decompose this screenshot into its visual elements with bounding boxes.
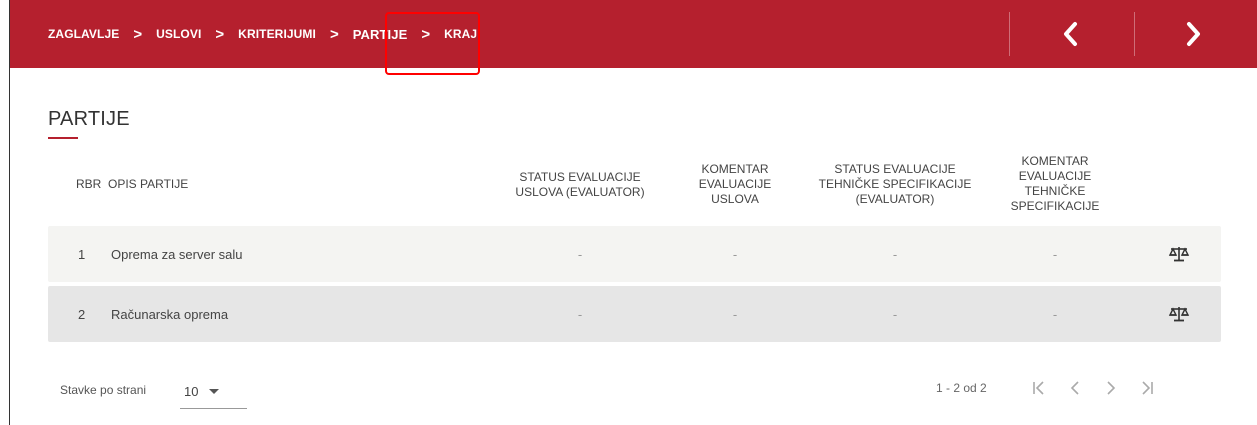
pagination-range: 1 - 2 od 2 [936, 381, 987, 395]
header-line: (EVALUATOR) [855, 192, 935, 206]
breadcrumb-item-zaglavlje[interactable]: ZAGLAVLJE [48, 27, 119, 41]
items-per-page-label: Stavke po strani [60, 383, 147, 397]
row-komentar-tehnicke: - [1052, 306, 1058, 322]
breadcrumb-item-kriterijumi[interactable]: KRITERIJUMI [238, 27, 316, 41]
header-line: USLOVA [711, 192, 759, 206]
row-komentar-uslova: - [732, 306, 738, 322]
table-row[interactable]: 1 Oprema za server salu - - - - [48, 226, 1221, 282]
items-per-page-value: 10 [184, 384, 199, 399]
breadcrumb-item-uslovi[interactable]: USLOVI [156, 27, 201, 41]
row-status-tehnicke: - [892, 246, 898, 262]
row-opis-partije: Oprema za server salu [111, 246, 243, 262]
title-underline [48, 137, 78, 139]
items-per-page-select[interactable]: 10 [180, 375, 247, 409]
column-header-status-evaluacije-uslova: STATUS EVALUACIJE USLOVA (EVALUATOR) [500, 170, 660, 200]
row-opis-partije: Računarska oprema [111, 306, 229, 322]
last-page-button[interactable] [1135, 376, 1159, 400]
chevron-left-icon [1070, 381, 1079, 395]
row-status-tehnicke: - [892, 306, 898, 322]
next-page-button[interactable] [1099, 376, 1123, 400]
nav-divider [1009, 12, 1010, 56]
caret-down-icon [209, 388, 220, 394]
previous-step-button[interactable] [1053, 16, 1089, 52]
column-header-rbr: RBR [76, 177, 102, 191]
header-line: USLOVA (EVALUATOR) [515, 185, 645, 199]
chevron-right-icon [1107, 381, 1116, 395]
header-line: STATUS EVALUACIJE [834, 162, 956, 176]
header-line: TEHNIČKE [1024, 184, 1086, 198]
scale-icon [1168, 307, 1190, 322]
active-step-highlight [385, 12, 480, 75]
next-step-button[interactable] [1175, 16, 1211, 52]
row-status-uslova: - [577, 306, 583, 322]
chevron-right-icon [1187, 22, 1200, 46]
table-row[interactable]: 2 Računarska oprema - - - - [48, 286, 1221, 342]
breadcrumb-separator: > [215, 25, 225, 43]
first-page-icon [1033, 381, 1044, 395]
column-header-opis-partije: OPIS PARTIJE [108, 177, 189, 191]
column-header-komentar-evaluacije-tehnicke: KOMENTAR EVALUACIJE TEHNIČKE SPECIFIKACI… [1000, 154, 1110, 214]
previous-page-button[interactable] [1063, 376, 1087, 400]
chevron-left-icon [1064, 22, 1077, 46]
breadcrumb-separator: > [329, 25, 339, 43]
column-header-status-evaluacije-tehnicke: STATUS EVALUACIJE TEHNIČKE SPECIFIKACIJE… [805, 162, 985, 207]
row-status-uslova: - [577, 246, 583, 262]
first-page-button[interactable] [1027, 376, 1051, 400]
last-page-icon [1142, 381, 1153, 395]
wizard-topbar: ZAGLAVLJE > USLOVI > KRITERIJUMI > PARTI… [10, 0, 1257, 68]
nav-divider [1134, 12, 1135, 56]
header-line: KOMENTAR [701, 162, 769, 176]
row-komentar-tehnicke: - [1052, 246, 1058, 262]
column-header-komentar-evaluacije-uslova: KOMENTAR EVALUACIJE USLOVA [690, 162, 780, 207]
row-rbr: 2 [78, 306, 86, 322]
header-line: TEHNIČKE SPECIFIKACIJE [818, 177, 972, 191]
evaluate-button[interactable] [1166, 226, 1192, 282]
page-title: PARTIJE [48, 108, 130, 130]
evaluate-button[interactable] [1166, 286, 1192, 342]
app-frame: ZAGLAVLJE > USLOVI > KRITERIJUMI > PARTI… [9, 0, 1257, 425]
header-line: STATUS EVALUACIJE [519, 170, 641, 184]
scale-icon [1168, 247, 1190, 262]
row-komentar-uslova: - [732, 246, 738, 262]
header-line: EVALUACIJE [1018, 169, 1092, 183]
breadcrumb-separator: > [133, 25, 143, 43]
header-line: SPECIFIKACIJE [1010, 199, 1100, 213]
header-line: EVALUACIJE [698, 177, 772, 191]
header-line: KOMENTAR [1021, 154, 1089, 168]
row-rbr: 1 [78, 246, 86, 262]
